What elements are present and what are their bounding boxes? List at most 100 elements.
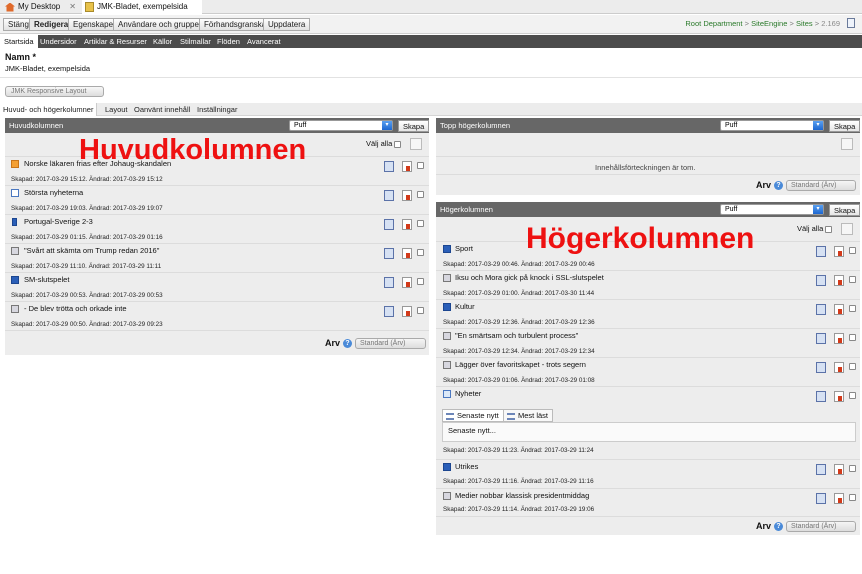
- item-title[interactable]: Största nyheterna: [24, 188, 83, 197]
- inherit-select[interactable]: Standard (Ärv): [786, 180, 856, 191]
- item-title[interactable]: Kultur: [455, 302, 475, 311]
- list-item[interactable]: - De blev trötta och orkade inte Skapad:…: [5, 301, 429, 330]
- item-checkbox[interactable]: [849, 247, 856, 254]
- content-type-select[interactable]: Puff ▾: [720, 120, 824, 131]
- close-icon[interactable]: ✕: [69, 0, 76, 14]
- tab-columns[interactable]: Huvud- och högerkolumner: [0, 103, 98, 116]
- item-title[interactable]: SM-slutspelet: [24, 275, 69, 284]
- item-title[interactable]: Sport: [455, 244, 473, 253]
- tab-unused-content[interactable]: Oanvänt innehåll: [131, 103, 193, 116]
- select-all-checkbox[interactable]: [394, 140, 402, 148]
- create-button[interactable]: Skapa: [398, 120, 430, 132]
- tab-most-read[interactable]: Mest läst: [503, 409, 554, 422]
- delete-icon[interactable]: [402, 161, 412, 172]
- copy-icon[interactable]: [816, 391, 826, 402]
- tab-layout[interactable]: Layout: [102, 103, 131, 116]
- list-item[interactable]: Iksu och Mora gick på knock i SSL-slutsp…: [436, 270, 860, 299]
- breadcrumb-link[interactable]: SiteEngine: [751, 19, 787, 28]
- delete-icon[interactable]: [834, 391, 844, 402]
- layout-select[interactable]: JMK Responsive Layout: [5, 86, 104, 97]
- name-value[interactable]: JMK-Bladet, exempelsida: [5, 64, 90, 73]
- window-tab-desktop[interactable]: My Desktop ✕: [2, 0, 80, 14]
- list-item[interactable]: Största nyheterna Skapad: 2017-03-29 19:…: [5, 185, 429, 214]
- list-item[interactable]: Kultur Skapad: 2017-03-29 12:36. Ändrad:…: [436, 299, 860, 328]
- create-button[interactable]: Skapa: [829, 204, 861, 216]
- help-icon[interactable]: ?: [774, 522, 783, 531]
- preview-button[interactable]: Förhandsgranska: [199, 18, 272, 31]
- nav-item-startsida[interactable]: Startsida: [0, 35, 38, 48]
- content-type-select[interactable]: Puff ▾: [720, 204, 824, 215]
- item-checkbox[interactable]: [417, 162, 424, 169]
- list-item[interactable]: Medier nobbar klassisk presidentmiddag S…: [436, 488, 860, 516]
- paste-icon[interactable]: [410, 138, 422, 150]
- item-checkbox[interactable]: [849, 334, 856, 341]
- copy-icon[interactable]: [816, 304, 826, 315]
- nav-item-floden[interactable]: Flöden: [217, 35, 240, 48]
- item-checkbox[interactable]: [849, 363, 856, 370]
- refresh-button[interactable]: Uppdatera: [263, 18, 311, 31]
- item-title[interactable]: Nyheter: [455, 389, 481, 398]
- select-all[interactable]: Välj alla: [366, 139, 402, 148]
- item-title[interactable]: Utrikes: [455, 462, 478, 471]
- delete-icon[interactable]: [834, 333, 844, 344]
- copy-icon[interactable]: [384, 277, 394, 288]
- nav-item-artiklar[interactable]: Artiklar & Resurser: [84, 35, 147, 48]
- breadcrumb-link[interactable]: Root Department: [685, 19, 742, 28]
- breadcrumb-link[interactable]: Sites: [796, 19, 813, 28]
- delete-icon[interactable]: [834, 493, 844, 504]
- paste-icon[interactable]: [841, 223, 853, 235]
- delete-icon[interactable]: [834, 464, 844, 475]
- help-icon[interactable]: ?: [774, 181, 783, 190]
- delete-icon[interactable]: [402, 219, 412, 230]
- select-all-checkbox[interactable]: [825, 225, 833, 233]
- tab-latest-news[interactable]: Senaste nytt: [442, 409, 504, 422]
- inherit-select[interactable]: Standard (Ärv): [355, 338, 426, 349]
- copy-icon[interactable]: [384, 161, 394, 172]
- list-item[interactable]: Nyheter Senaste nytt Mest läst Senaste n…: [436, 386, 860, 459]
- copy-icon[interactable]: [816, 362, 826, 373]
- copy-icon[interactable]: [816, 275, 826, 286]
- item-title[interactable]: "En smärtsam och turbulent process": [455, 331, 578, 340]
- item-checkbox[interactable]: [849, 392, 856, 399]
- copy-icon[interactable]: [816, 493, 826, 504]
- delete-icon[interactable]: [402, 277, 412, 288]
- create-button[interactable]: Skapa: [829, 120, 861, 132]
- nav-item-kallor[interactable]: Källor: [153, 35, 172, 48]
- copy-icon[interactable]: [384, 190, 394, 201]
- item-title[interactable]: Portugal-Sverige 2-3: [24, 217, 93, 226]
- list-item[interactable]: "Svårt att skämta om Trump redan 2016" S…: [5, 243, 429, 272]
- list-item[interactable]: "En smärtsam och turbulent process" Skap…: [436, 328, 860, 357]
- tab-settings[interactable]: Inställningar: [194, 103, 240, 116]
- delete-icon[interactable]: [402, 306, 412, 317]
- item-checkbox[interactable]: [849, 276, 856, 283]
- item-checkbox[interactable]: [417, 220, 424, 227]
- delete-icon[interactable]: [834, 246, 844, 257]
- inherit-select[interactable]: Standard (Ärv): [786, 521, 856, 532]
- delete-icon[interactable]: [834, 275, 844, 286]
- copy-icon[interactable]: [816, 246, 826, 257]
- item-checkbox[interactable]: [417, 191, 424, 198]
- copy-icon[interactable]: [384, 248, 394, 259]
- list-item[interactable]: Lägger över favoritskapet - trots segern…: [436, 357, 860, 386]
- nav-item-stilmallar[interactable]: Stilmallar: [180, 35, 211, 48]
- nav-item-undersidor[interactable]: Undersidor: [40, 35, 77, 48]
- copy-icon[interactable]: [384, 306, 394, 317]
- item-title[interactable]: Lägger över favoritskapet - trots segern: [455, 360, 586, 369]
- nav-item-avancerat[interactable]: Avancerat: [247, 35, 281, 48]
- document-icon[interactable]: [847, 18, 855, 28]
- delete-icon[interactable]: [834, 362, 844, 373]
- item-title[interactable]: "Svårt att skämta om Trump redan 2016": [24, 246, 159, 255]
- window-tab-page[interactable]: JMK-Bladet, exempelsida: [82, 0, 202, 14]
- users-groups-button[interactable]: Användare och grupper: [113, 18, 207, 31]
- delete-icon[interactable]: [402, 190, 412, 201]
- item-title[interactable]: Iksu och Mora gick på knock i SSL-slutsp…: [455, 273, 604, 282]
- item-checkbox[interactable]: [849, 305, 856, 312]
- select-all[interactable]: Välj alla: [797, 224, 833, 233]
- edit-button[interactable]: Redigera: [29, 18, 74, 31]
- copy-icon[interactable]: [816, 464, 826, 475]
- list-item[interactable]: Portugal-Sverige 2-3 Skapad: 2017-03-29 …: [5, 214, 429, 243]
- list-item[interactable]: SM-slutspelet Skapad: 2017-03-29 00:53. …: [5, 272, 429, 301]
- delete-icon[interactable]: [402, 248, 412, 259]
- item-checkbox[interactable]: [417, 278, 424, 285]
- item-checkbox[interactable]: [849, 494, 856, 501]
